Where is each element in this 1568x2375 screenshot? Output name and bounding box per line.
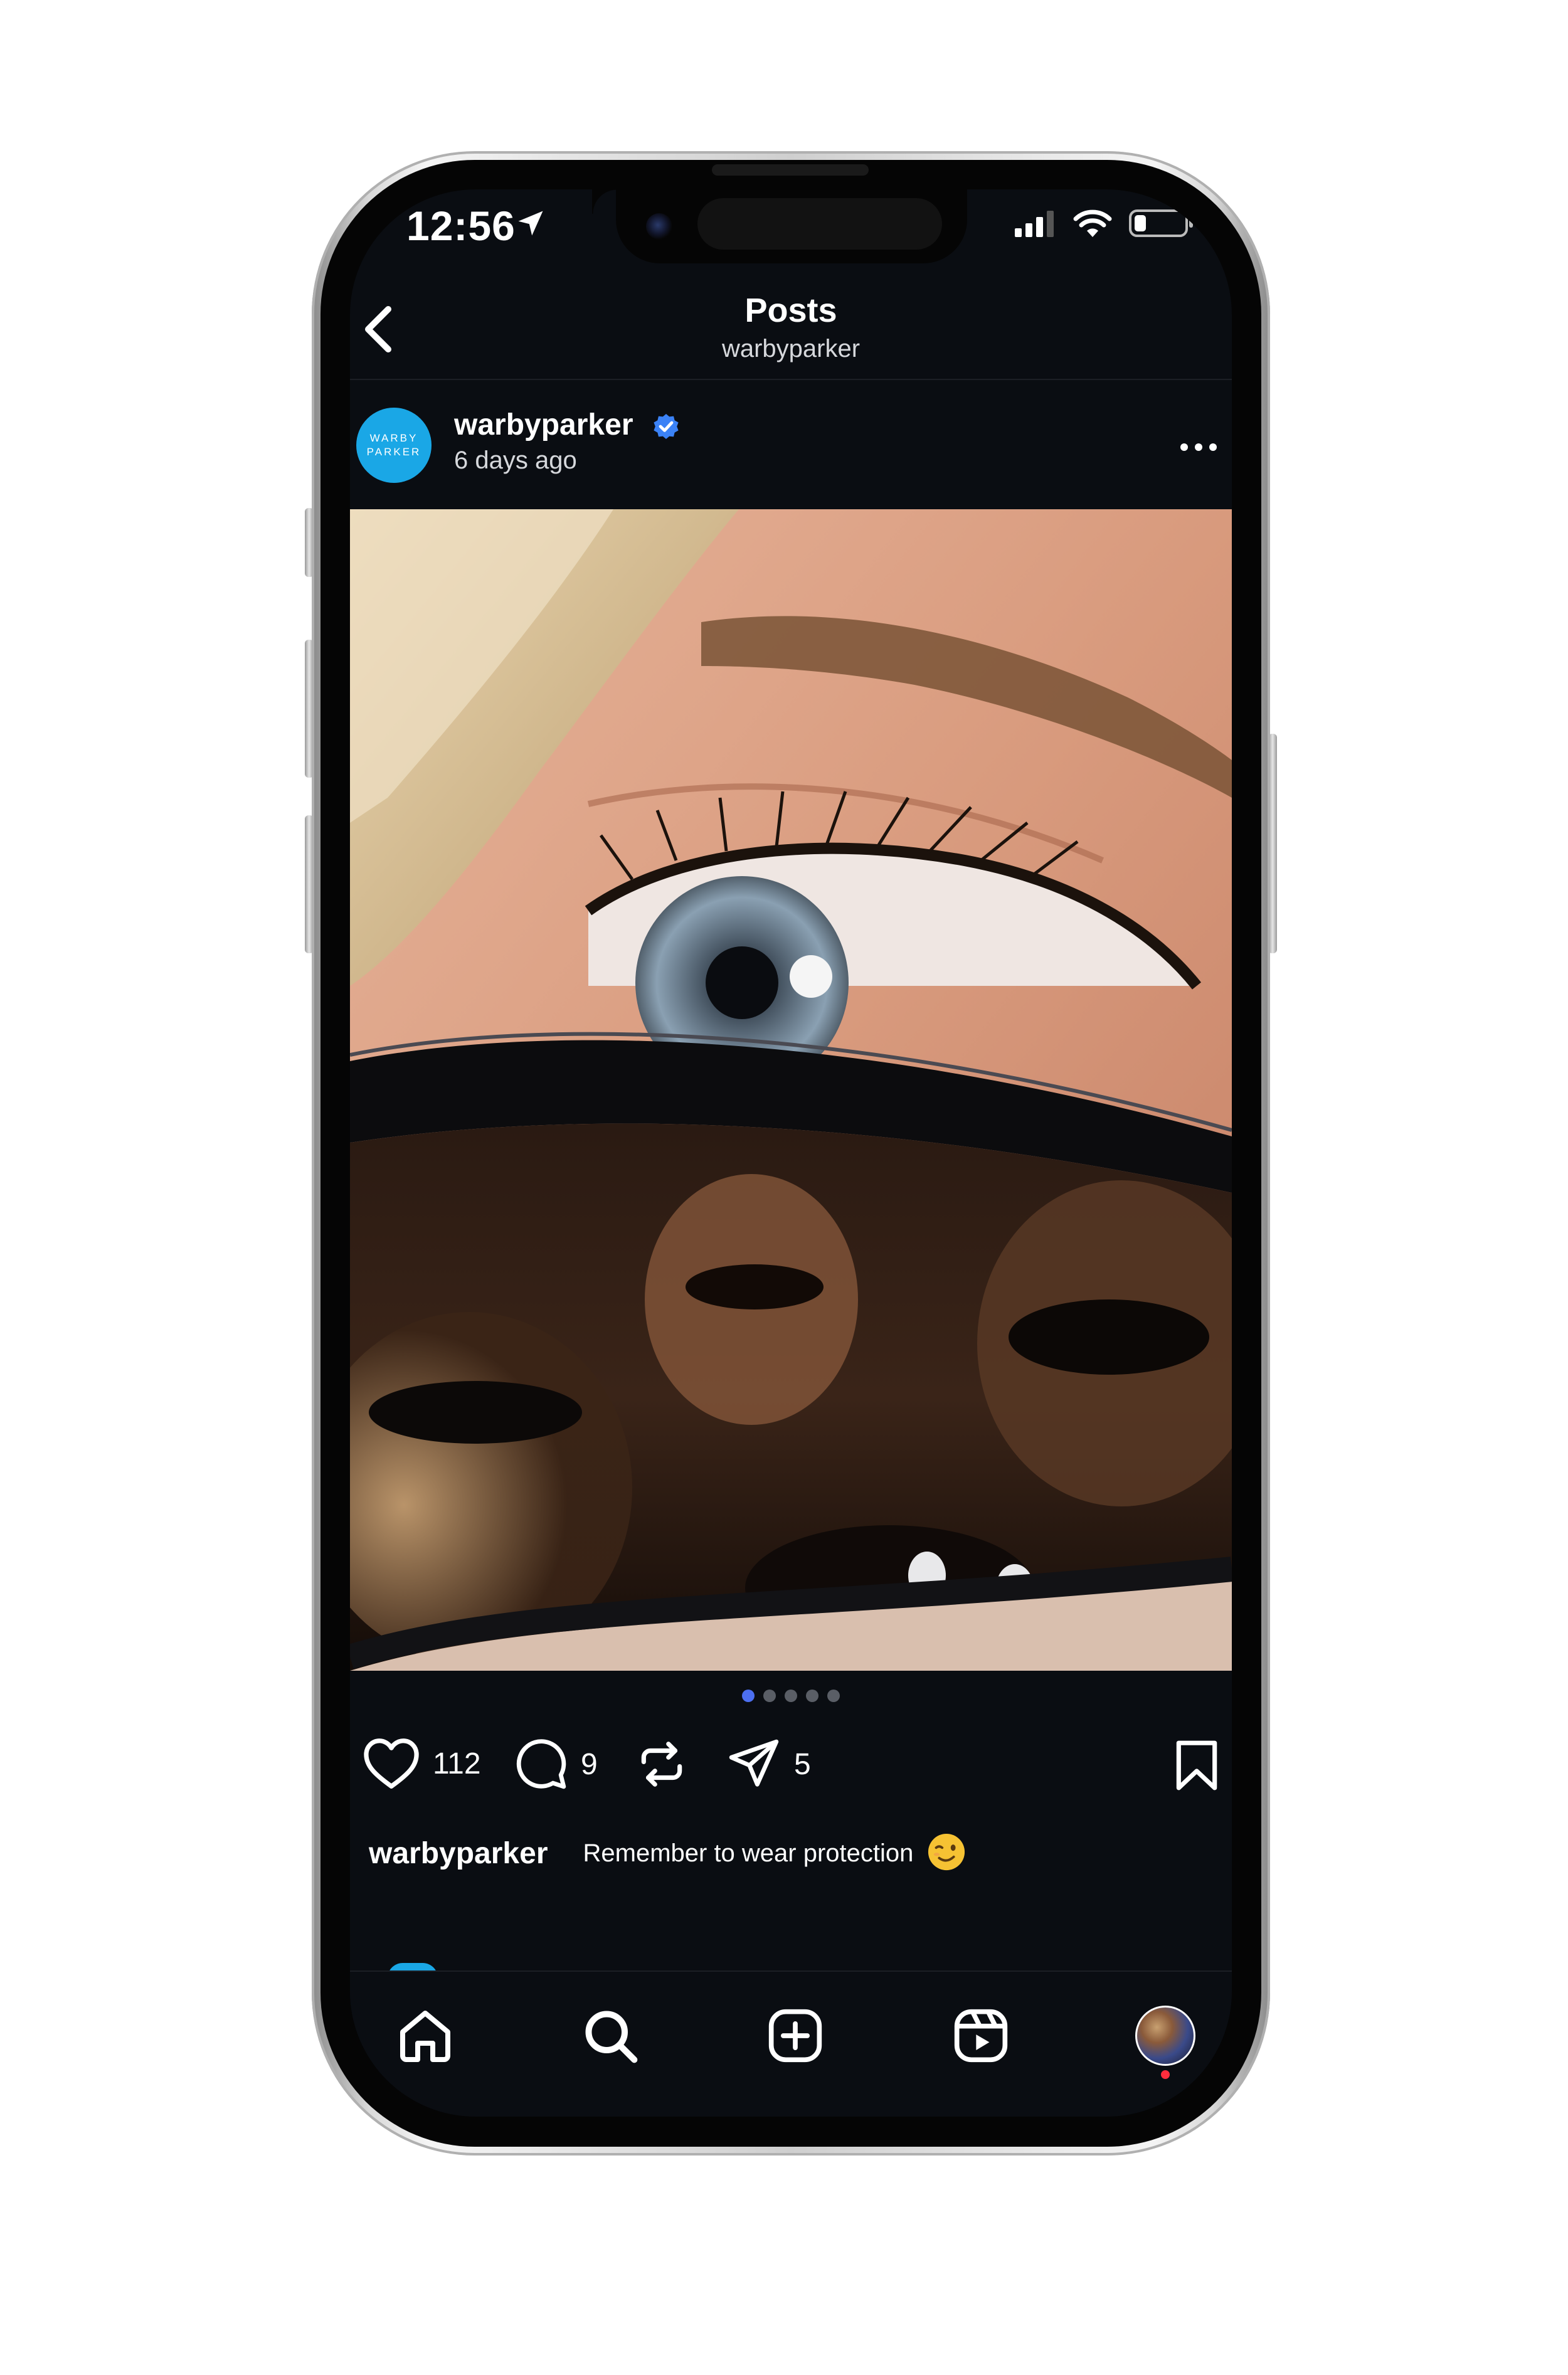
post-actions: 112 9 5	[350, 1726, 1232, 1801]
profile-avatar	[1135, 2006, 1195, 2066]
carousel-indicator	[350, 1690, 1232, 1702]
repost-icon	[641, 1742, 682, 1787]
account-avatar[interactable]: WARBY PARKER	[356, 408, 432, 483]
like-button[interactable]: 112	[363, 1737, 481, 1790]
like-count: 112	[433, 1747, 481, 1780]
comment-icon	[516, 1739, 566, 1789]
sensor-housing	[697, 198, 942, 250]
post-username[interactable]: warbyparker	[454, 408, 633, 442]
bookmark-icon	[1176, 1740, 1217, 1791]
tab-create[interactable]	[758, 1998, 833, 2073]
carousel-dot	[806, 1690, 818, 1702]
more-icon[interactable]	[1170, 431, 1227, 463]
signal-icon	[1015, 209, 1056, 240]
home-icon	[400, 2011, 450, 2062]
heart-icon	[364, 1738, 419, 1789]
reels-icon	[954, 2009, 1008, 2063]
status-icons	[1015, 208, 1194, 241]
carousel-dot	[785, 1690, 797, 1702]
front-camera	[646, 213, 672, 240]
wink-emoji-icon	[927, 1833, 966, 1875]
tab-search[interactable]	[573, 1998, 648, 2073]
comment-button[interactable]: 9	[514, 1737, 598, 1791]
avatar-logo-line2: PARKER	[366, 446, 421, 458]
page-title: Posts	[744, 292, 837, 329]
carousel-dot-active	[742, 1690, 755, 1702]
caption-text: Remember to wear protection	[583, 1839, 914, 1867]
posts-header: Posts warbyparker	[350, 283, 1232, 380]
create-icon	[768, 2009, 822, 2063]
wifi-icon	[1073, 208, 1113, 241]
verified-icon	[651, 413, 681, 446]
post-caption: warbyparker Remember to wear protection	[369, 1833, 966, 1875]
share-button[interactable]: 5	[726, 1737, 811, 1791]
earpiece-speaker	[712, 164, 869, 176]
share-count: 5	[794, 1747, 811, 1781]
notification-dot	[1161, 2070, 1170, 2079]
page-subtitle: warbyparker	[721, 335, 861, 362]
tab-reels[interactable]	[943, 1998, 1019, 2073]
repost-button[interactable]	[635, 1737, 689, 1791]
post-header: WARBY PARKER warbyparker 6 days ago	[350, 381, 1232, 507]
carousel-dot	[827, 1690, 840, 1702]
tab-home[interactable]	[388, 1998, 463, 2073]
avatar-logo-line1: WARBY	[369, 432, 418, 444]
save-button[interactable]	[1173, 1738, 1221, 1796]
bottom-tab-bar	[350, 1972, 1232, 2117]
carousel-dot	[763, 1690, 776, 1702]
device-notch	[616, 189, 967, 263]
post-timestamp: 6 days ago	[454, 447, 577, 474]
tab-profile[interactable]	[1128, 1998, 1203, 2073]
post-image[interactable]	[350, 509, 1232, 1671]
comment-count: 9	[581, 1747, 598, 1781]
battery-icon	[1129, 208, 1194, 241]
search-icon	[585, 2011, 638, 2063]
caption-username[interactable]: warbyparker	[369, 1836, 548, 1871]
phone-screen: 12:56 Posts warbyparker WARBY PARKER war…	[350, 189, 1232, 2117]
status-time: 12:56	[406, 203, 516, 249]
location-arrow-icon	[514, 207, 547, 243]
share-icon	[729, 1739, 779, 1787]
